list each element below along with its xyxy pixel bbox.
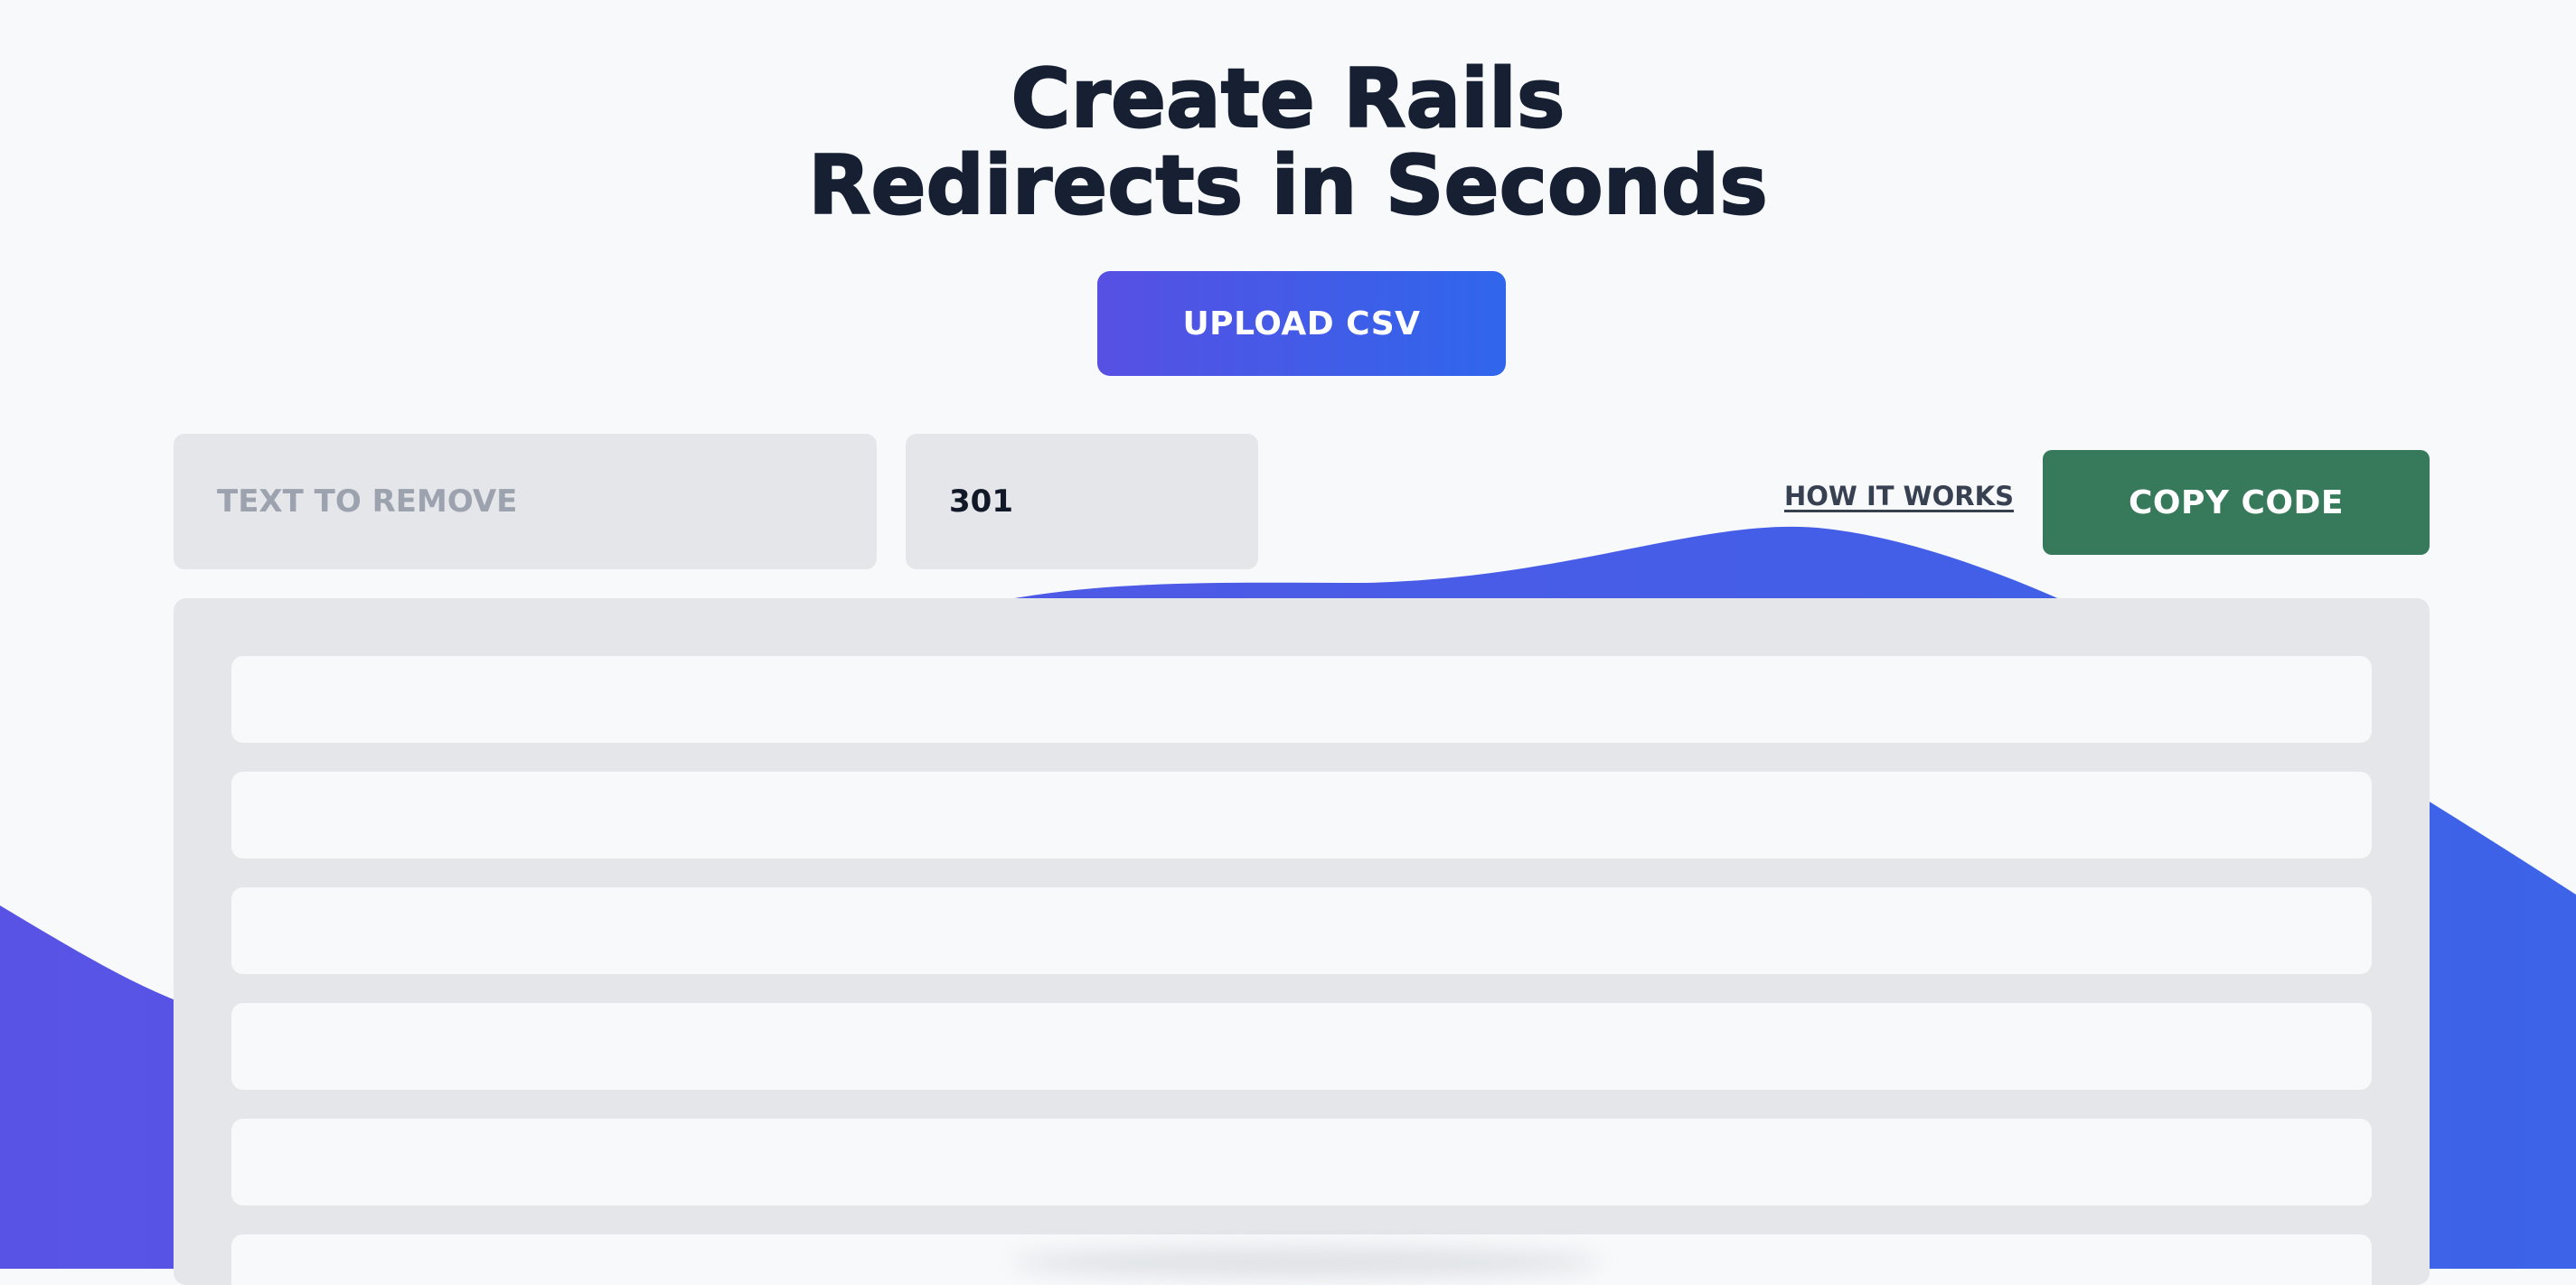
redirect-row-3[interactable] (231, 887, 2372, 974)
redirect-row-4[interactable] (231, 1003, 2372, 1090)
redirect-row-1[interactable] (231, 656, 2372, 743)
text-to-remove-input[interactable] (174, 434, 877, 569)
bottom-scroll-shadow (1012, 1249, 1600, 1276)
redirect-row-5[interactable] (231, 1119, 2372, 1205)
page-title-line-1: Create Rails (1011, 52, 1566, 146)
page-title-line-2: Redirects in Seconds (807, 138, 1769, 233)
copy-code-button[interactable]: COPY CODE (2043, 450, 2430, 555)
upload-csv-button[interactable]: UPLOAD CSV (1097, 271, 1506, 376)
redirect-status-code-input[interactable] (906, 434, 1258, 569)
redirects-panel (174, 598, 2430, 1285)
how-it-works-link[interactable]: HOW IT WORKS (1784, 481, 2014, 511)
redirect-row-2[interactable] (231, 772, 2372, 858)
page-title: Create Rails Redirects in Seconds (0, 52, 2576, 233)
